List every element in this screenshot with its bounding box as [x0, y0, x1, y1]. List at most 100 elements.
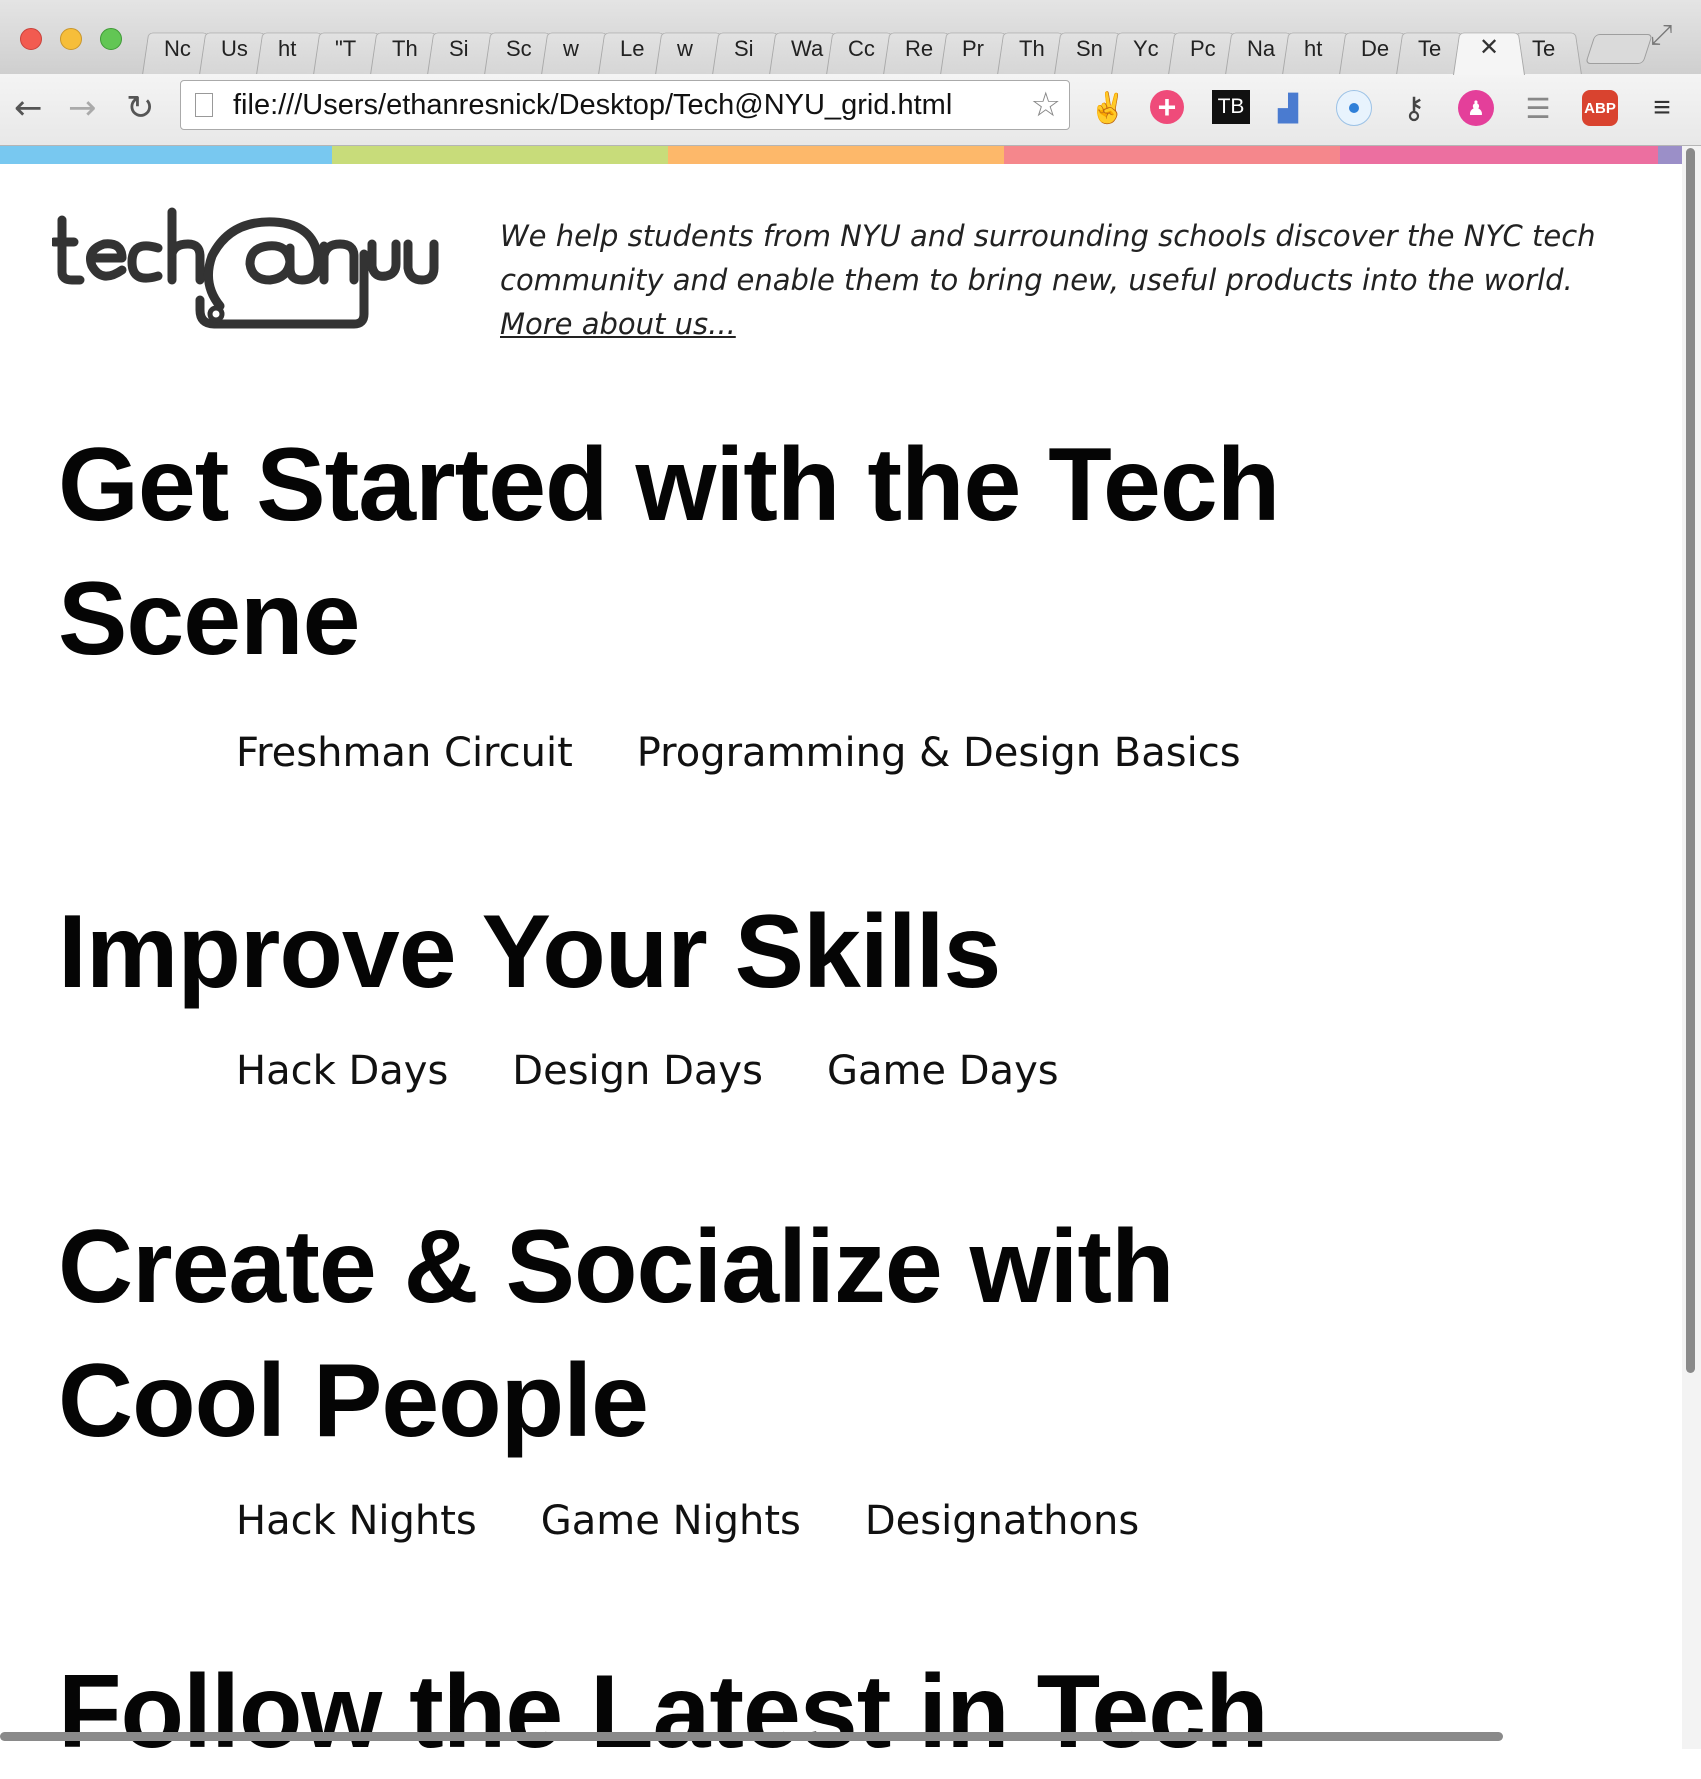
- tab-label: ht: [278, 36, 297, 61]
- tab-label: Yc: [1133, 36, 1159, 61]
- zoom-window-button[interactable]: [100, 28, 122, 50]
- stack-extension-icon[interactable]: ☰: [1520, 90, 1556, 126]
- tab-label: Nc: [164, 36, 191, 61]
- link-hack-days[interactable]: Hack Days: [236, 1048, 448, 1094]
- section-title-follow-latest: Follow the Latest in Tech: [58, 1654, 1269, 1770]
- tab[interactable]: Cc: [826, 22, 898, 75]
- section-links-create-socialize: Hack Nights Game Nights Designathons: [236, 1498, 1139, 1544]
- vertical-scrollbar[interactable]: [1682, 146, 1701, 1749]
- fullscreen-icon[interactable]: ⤢: [1650, 18, 1672, 52]
- chart-extension-icon[interactable]: ▟: [1270, 90, 1306, 126]
- tab[interactable]: ht: [1282, 22, 1354, 75]
- tab-label: w: [563, 36, 579, 61]
- minimize-window-button[interactable]: [60, 28, 82, 50]
- color-stripe-segment: [1340, 146, 1658, 164]
- tab[interactable]: Te: [1510, 22, 1582, 75]
- tab[interactable]: Te: [1396, 22, 1468, 75]
- tab-label: Pc: [1190, 36, 1216, 61]
- tab[interactable]: Nc: [142, 22, 214, 75]
- tech-nyu-logo[interactable]: [49, 200, 442, 330]
- tab[interactable]: Na: [1225, 22, 1297, 75]
- pink-extension-icon[interactable]: ♟: [1458, 90, 1494, 126]
- tab[interactable]: Th: [370, 22, 442, 75]
- adblock-extension-icon[interactable]: ABP: [1582, 90, 1618, 126]
- plus-extension-icon[interactable]: +: [1150, 89, 1184, 125]
- section-title-create-socialize: Create & Socialize with Cool People: [58, 1209, 1175, 1459]
- tab-active[interactable]: ✕: [1453, 22, 1525, 75]
- chrome-menu-icon[interactable]: ≡: [1644, 90, 1680, 126]
- tab-label: Si: [449, 36, 469, 61]
- back-button[interactable]: ←: [14, 88, 43, 128]
- tab-label: Pr: [962, 36, 984, 61]
- tab[interactable]: Sc: [484, 22, 556, 75]
- horizontal-scrollbar[interactable]: [0, 1732, 1503, 1742]
- close-window-button[interactable]: [20, 28, 42, 50]
- browser-tabstrip: Nc Us ht "T Th Si Sc w Le w Si Wa Cc Re Pr Th Sn Yc Pc Na ht…: [0, 0, 1701, 75]
- tab-label: ht: [1304, 36, 1323, 61]
- tab[interactable]: Sn: [1054, 22, 1126, 75]
- page-icon: [195, 93, 213, 117]
- tab[interactable]: w: [541, 22, 613, 75]
- link-design-days[interactable]: Design Days: [512, 1048, 763, 1094]
- tab[interactable]: ht: [256, 22, 328, 75]
- section-title-improve-skills: Improve Your Skills: [58, 894, 1001, 1010]
- color-stripe: [0, 146, 1701, 164]
- tab-list: Nc Us ht "T Th Si Sc w Le w Si Wa Cc Re Pr Th Sn Yc Pc Na ht…: [142, 22, 1582, 75]
- link-freshman-circuit[interactable]: Freshman Circuit: [236, 730, 573, 776]
- reload-button[interactable]: ↻: [126, 88, 155, 128]
- tab[interactable]: Pr: [940, 22, 1012, 75]
- section-title-get-started: Get Started with the Tech Scene: [58, 427, 1280, 677]
- tab-label: Th: [392, 36, 418, 61]
- new-tab-button[interactable]: [1585, 34, 1653, 64]
- key-extension-icon[interactable]: ⚷: [1396, 90, 1432, 126]
- link-designathons[interactable]: Designathons: [865, 1498, 1139, 1544]
- section-links-get-started: Freshman Circuit Programming & Design Ba…: [236, 730, 1241, 776]
- tab[interactable]: Re: [883, 22, 955, 75]
- tab-label: Te: [1418, 36, 1442, 61]
- tab[interactable]: Wa: [769, 22, 841, 75]
- tb-extension-icon[interactable]: TB: [1212, 90, 1250, 124]
- link-game-days[interactable]: Game Days: [827, 1048, 1059, 1094]
- tab[interactable]: "T: [313, 22, 385, 75]
- tab[interactable]: Pc: [1168, 22, 1240, 75]
- tab-label: De: [1361, 36, 1390, 61]
- more-about-us-link[interactable]: More about us...: [500, 307, 736, 341]
- tab-label: Re: [905, 36, 934, 61]
- tagline: We help students from NYU and surroundin…: [500, 214, 1630, 346]
- tab[interactable]: De: [1339, 22, 1411, 75]
- tab-label: Wa: [791, 36, 824, 61]
- tab-label: Us: [221, 36, 248, 61]
- link-hack-nights[interactable]: Hack Nights: [236, 1498, 477, 1544]
- address-bar[interactable]: file:///Users/ethanresnick/Desktop/Tech@…: [180, 80, 1070, 130]
- tab-label: Te: [1532, 36, 1556, 61]
- tab-label: Sc: [506, 36, 532, 61]
- tab[interactable]: Us: [199, 22, 271, 75]
- tab[interactable]: Si: [712, 22, 784, 75]
- tab-label: "T: [335, 36, 357, 61]
- color-stripe-segment: [1004, 146, 1340, 164]
- section-links-improve-skills: Hack Days Design Days Game Days: [236, 1048, 1059, 1094]
- tab-label: Th: [1019, 36, 1045, 61]
- color-stripe-segment: [668, 146, 1004, 164]
- tab-label: Le: [620, 36, 645, 61]
- tab-label: Sn: [1076, 36, 1103, 61]
- tab[interactable]: Le: [598, 22, 670, 75]
- link-programming-design-basics[interactable]: Programming & Design Basics: [637, 730, 1241, 776]
- tab[interactable]: Th: [997, 22, 1069, 75]
- tab-label: Cc: [848, 36, 875, 61]
- address-url[interactable]: file:///Users/ethanresnick/Desktop/Tech@…: [233, 89, 952, 122]
- tab[interactable]: Yc: [1111, 22, 1183, 75]
- tab[interactable]: w: [655, 22, 727, 75]
- color-stripe-segment: [0, 146, 332, 164]
- bookmark-star-icon[interactable]: ☆: [1031, 85, 1061, 125]
- color-stripe-segment: [332, 146, 668, 164]
- browser-toolbar: ← → ↻ file:///Users/ethanresnick/Desktop…: [0, 74, 1701, 146]
- tab-label: Na: [1247, 36, 1276, 61]
- peace-extension-icon[interactable]: ✌: [1089, 90, 1126, 126]
- tab-label: Si: [734, 36, 754, 61]
- tab[interactable]: Si: [427, 22, 499, 75]
- tagline-text: We help students from NYU and surroundin…: [500, 219, 1596, 297]
- dot-extension-icon[interactable]: [1336, 90, 1372, 126]
- forward-button[interactable]: →: [68, 88, 97, 128]
- link-game-nights[interactable]: Game Nights: [541, 1498, 801, 1544]
